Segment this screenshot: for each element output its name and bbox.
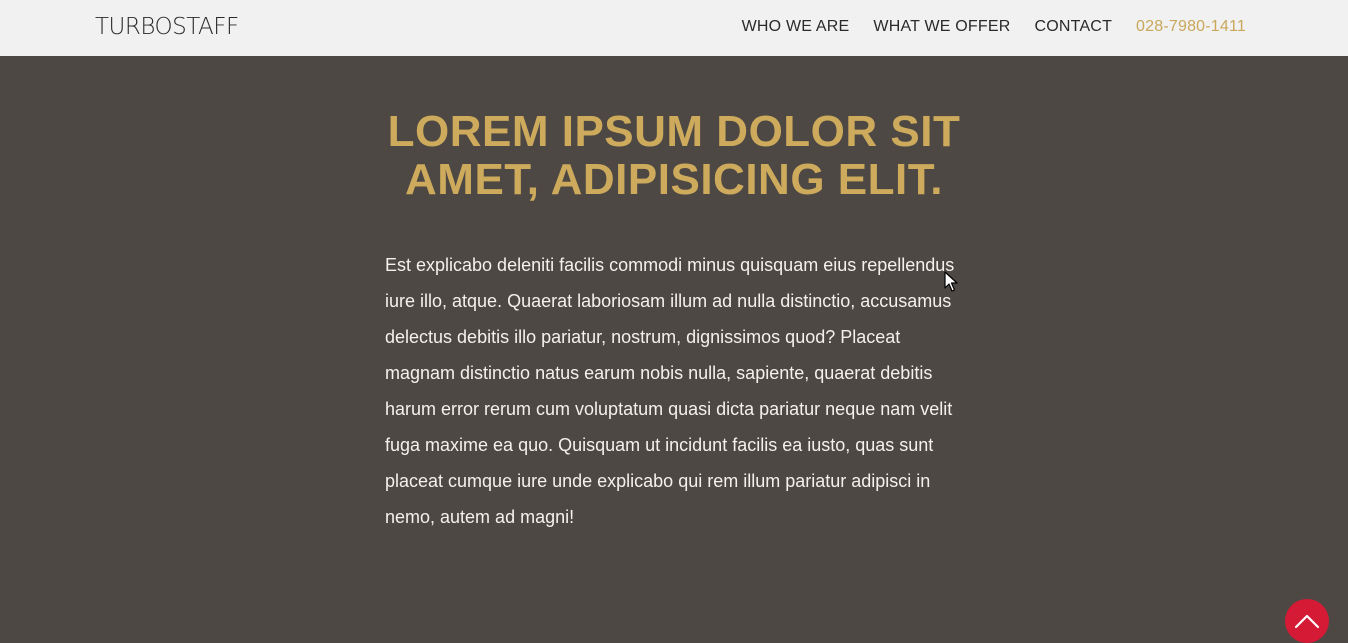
top-navbar: TURBOSTAFF WHO WE ARE WHAT WE OFFER CONT… [0, 0, 1348, 56]
hero-body-text: Est explicabo deleniti facilis commodi m… [385, 255, 955, 527]
mouse-pointer-icon [944, 271, 958, 292]
hero-title: LOREM IPSUM DOLOR SIT AMET, ADIPISICING … [387, 107, 961, 204]
nav-link-what-we-offer[interactable]: WHAT WE OFFER [873, 17, 1010, 37]
main-nav: WHO WE ARE WHAT WE OFFER CONTACT 028-798… [742, 17, 1246, 37]
brand-logo-link[interactable]: TURBOSTAFF [95, 13, 239, 41]
nav-phone-link[interactable]: 028-7980-1411 [1136, 17, 1246, 37]
nav-link-contact[interactable]: CONTACT [1035, 17, 1113, 37]
scroll-to-top-button[interactable] [1285, 599, 1329, 643]
hero-section: LOREM IPSUM DOLOR SIT AMET, ADIPISICING … [0, 108, 1348, 204]
nav-link-who-we-are[interactable]: WHO WE ARE [742, 17, 850, 37]
chevron-up-icon [1294, 614, 1320, 629]
